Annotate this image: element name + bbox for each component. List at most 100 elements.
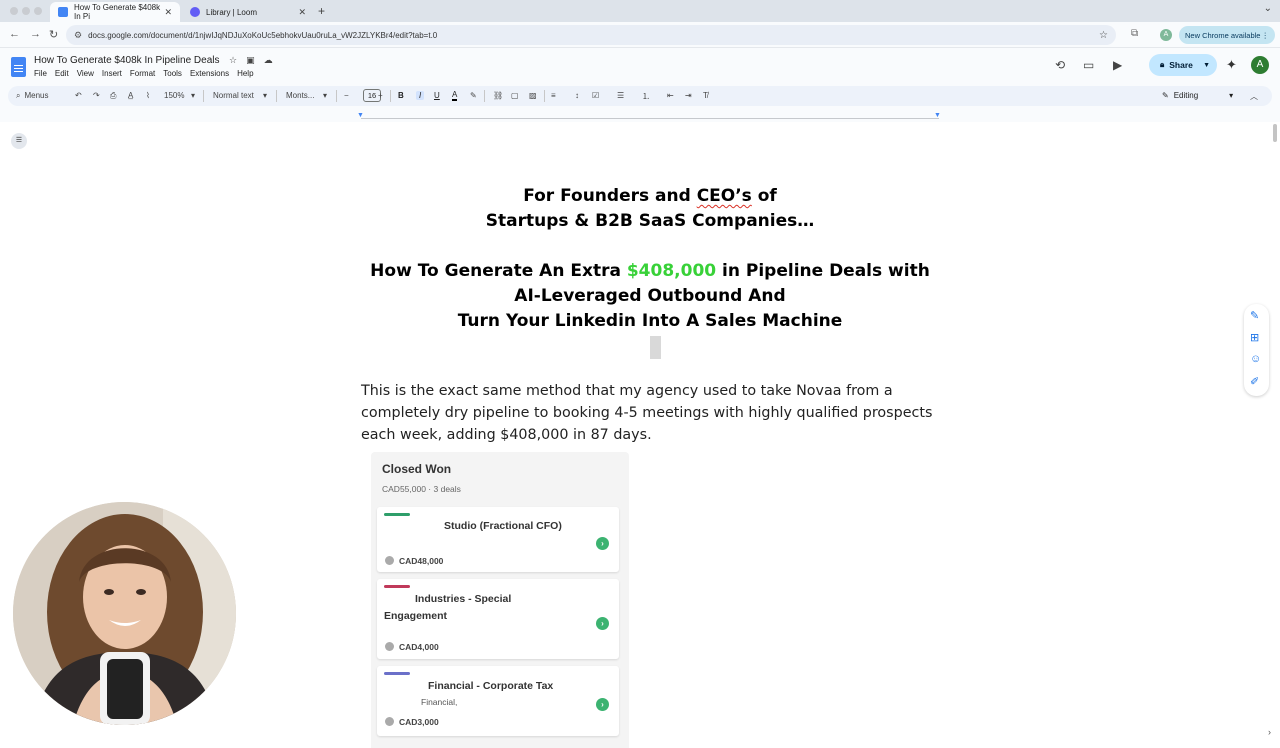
misspelled-word[interactable]: CEO’s: [697, 186, 752, 206]
zoom-chevron-icon[interactable]: ▾: [191, 91, 195, 100]
highlight-pen-icon[interactable]: ✎: [470, 91, 477, 100]
increase-font-size-icon[interactable]: +: [378, 91, 383, 100]
bold-icon[interactable]: B: [398, 91, 404, 100]
move-folder-icon[interactable]: ▣: [246, 55, 255, 66]
checklist-icon[interactable]: ☑: [592, 91, 599, 100]
add-comment-icon[interactable]: ▢: [511, 91, 519, 100]
menu-edit[interactable]: Edit: [55, 69, 69, 78]
zoom-select[interactable]: 150%: [164, 91, 184, 100]
search-menus[interactable]: ⌕ Menus: [16, 91, 49, 101]
menu-file[interactable]: File: [34, 69, 47, 78]
insert-link-icon[interactable]: ⛓: [493, 91, 503, 100]
browser-tab-docs[interactable]: How To Generate $408k In Pi ✕: [50, 2, 180, 22]
deal-amount: CAD4,000: [399, 642, 439, 652]
menu-tools[interactable]: Tools: [163, 69, 182, 78]
browser-toolbar: ← → ↻ ⚙ docs.google.com/document/d/1njwI…: [0, 22, 1280, 48]
decrease-indent-icon[interactable]: ⇤: [667, 91, 674, 100]
paint-format-icon[interactable]: ⌇: [146, 91, 150, 100]
bookmark-star-icon[interactable]: ☆: [1099, 30, 1108, 41]
menu-view[interactable]: View: [77, 69, 94, 78]
document-title[interactable]: How To Generate $408k In Pipeline Deals: [34, 55, 219, 66]
spellcheck-icon[interactable]: A̲: [128, 91, 133, 100]
font-chevron-icon[interactable]: ▾: [323, 91, 327, 100]
decrease-font-size-icon[interactable]: −: [344, 91, 349, 100]
left-indent-marker-icon[interactable]: ▼: [357, 112, 364, 119]
person-icon: [385, 642, 394, 651]
next-arrow-icon: ›: [596, 537, 609, 550]
suggest-edits-icon[interactable]: ✐: [1250, 375, 1259, 388]
deal-name: Financial - Corporate Tax: [428, 680, 554, 692]
address-bar[interactable]: ⚙ docs.google.com/document/d/1njwIJqNDJu…: [66, 25, 1116, 45]
text-color-icon[interactable]: A: [452, 91, 458, 101]
deal-color-bar: [384, 672, 410, 675]
align-center-icon[interactable]: ≡: [551, 91, 556, 100]
star-icon[interactable]: ☆: [229, 55, 237, 66]
tab-close-icon[interactable]: ✕: [164, 7, 172, 18]
insert-image-icon[interactable]: ▨: [529, 91, 537, 100]
menu-help[interactable]: Help: [237, 69, 253, 78]
window-minimize-dot[interactable]: [22, 7, 30, 15]
chevron-down-icon[interactable]: ▼: [1203, 62, 1210, 69]
window-close-dot[interactable]: [10, 7, 18, 15]
style-chevron-icon[interactable]: ▾: [263, 91, 267, 100]
headline-text: How To Generate An Extra: [370, 261, 627, 281]
chrome-profile-avatar[interactable]: A: [1160, 29, 1172, 41]
right-indent-marker-icon[interactable]: ▼: [934, 112, 941, 119]
menu-extensions[interactable]: Extensions: [190, 69, 229, 78]
site-info-icon[interactable]: ⚙: [74, 30, 82, 41]
webcam-overlay-image[interactable]: [13, 502, 236, 725]
share-button[interactable]: 🔒︎ Share ▼: [1149, 54, 1217, 76]
comments-icon[interactable]: ▭: [1083, 58, 1094, 72]
line-spacing-icon[interactable]: ↕: [575, 91, 579, 100]
chevron-down-icon: ▾: [1229, 91, 1234, 100]
loom-favicon-icon: [190, 7, 200, 17]
help-me-write-icon[interactable]: ✎: [1250, 309, 1259, 322]
vertical-scrollbar[interactable]: [1273, 124, 1277, 142]
extensions-puzzle-icon[interactable]: ⧉: [1131, 28, 1138, 39]
headline-line2: AI-Leveraged Outbound And: [514, 286, 786, 306]
menu-format[interactable]: Format: [130, 69, 155, 78]
next-arrow-icon: ›: [596, 617, 609, 630]
new-chrome-available-button[interactable]: New Chrome available ⋮: [1179, 26, 1275, 44]
bulleted-list-icon[interactable]: ☰: [617, 91, 624, 100]
increase-indent-icon[interactable]: ⇥: [685, 91, 692, 100]
redo-icon[interactable]: ↷: [93, 91, 100, 100]
window-zoom-dot[interactable]: [34, 7, 42, 15]
docs-menubar: File Edit View Insert Format Tools Exten…: [34, 69, 254, 78]
italic-icon[interactable]: I: [416, 91, 425, 100]
clear-formatting-icon[interactable]: T̸: [703, 91, 708, 100]
ruler: ▼ ▼: [0, 108, 1280, 122]
toolbar-divider: [390, 90, 391, 102]
emoji-reaction-icon[interactable]: ☺: [1250, 353, 1261, 365]
undo-icon[interactable]: ↶: [75, 91, 82, 100]
paragraph-style-select[interactable]: Normal text: [213, 91, 254, 100]
forward-arrow-icon[interactable]: →: [30, 28, 41, 40]
underline-icon[interactable]: U: [434, 91, 440, 100]
google-docs-logo-icon[interactable]: [11, 57, 26, 77]
meet-video-icon[interactable]: ▶: [1113, 58, 1122, 72]
editing-mode-select[interactable]: ✎ Editing ▾: [1162, 91, 1233, 100]
explore-arrow-icon[interactable]: ›: [1268, 727, 1271, 737]
crm-screenshot-image[interactable]: Closed Won CAD55,000 · 3 deals Studio (F…: [371, 452, 629, 748]
menu-insert[interactable]: Insert: [102, 69, 122, 78]
new-tab-plus-icon[interactable]: +: [318, 4, 325, 18]
tab-title: Library | Loom: [206, 7, 257, 17]
account-avatar[interactable]: A: [1251, 56, 1269, 74]
back-arrow-icon[interactable]: ←: [9, 28, 20, 40]
print-icon[interactable]: ⎙: [110, 91, 116, 101]
add-comment-icon[interactable]: ⊞: [1250, 331, 1259, 344]
tab-search-chevron-icon[interactable]: ⌄: [1264, 3, 1272, 14]
search-menus-label: Menus: [24, 91, 49, 100]
cloud-status-icon[interactable]: ☁: [264, 55, 273, 66]
font-family-select[interactable]: Monts...: [286, 91, 314, 100]
version-history-icon[interactable]: ⟲: [1055, 58, 1065, 72]
reload-icon[interactable]: ↻: [49, 28, 58, 41]
document-outline-icon[interactable]: ☰: [11, 133, 27, 149]
browser-tab-loom[interactable]: Library | Loom ✕: [182, 2, 314, 22]
lock-icon: 🔒︎: [1160, 60, 1165, 69]
hide-menus-chevron-icon[interactable]: ︿: [1250, 91, 1258, 102]
numbered-list-icon[interactable]: ⒈: [642, 91, 650, 102]
tab-close-icon[interactable]: ✕: [298, 7, 306, 18]
deal-card: Studio (Fractional CFO) › CAD48,000: [377, 507, 619, 572]
gemini-sparkle-icon[interactable]: ✦: [1226, 57, 1237, 73]
